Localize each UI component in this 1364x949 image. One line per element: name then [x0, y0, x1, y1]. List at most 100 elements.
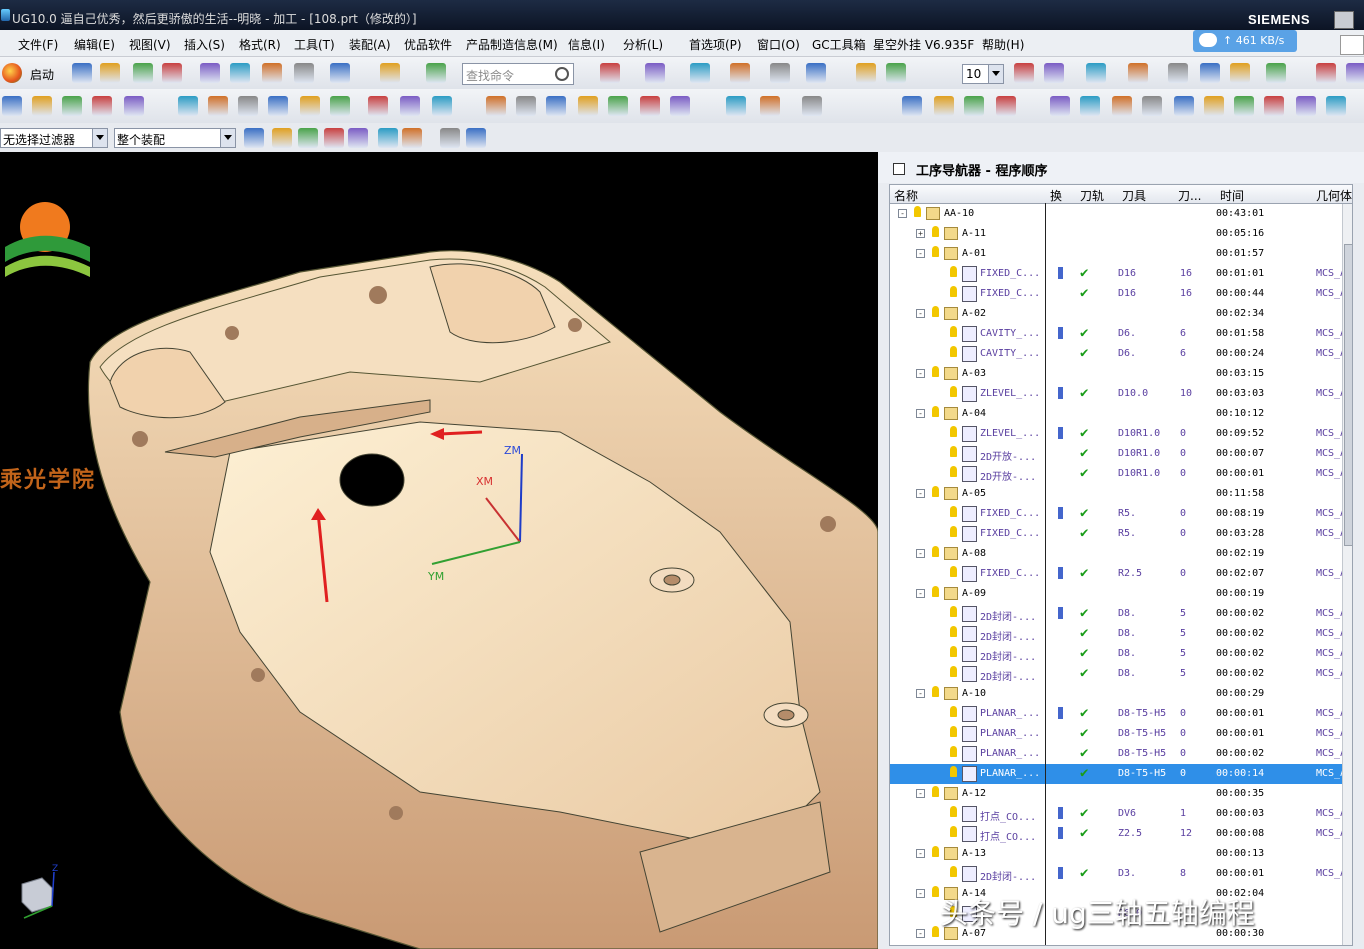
toolbar-tool-icon[interactable] [324, 128, 344, 148]
column-header[interactable]: 刀具 [1118, 185, 1175, 204]
expand-toggle-icon[interactable]: + [916, 229, 925, 238]
toolbar-tool-icon[interactable] [400, 96, 420, 116]
toolbar-tool-icon[interactable] [32, 96, 52, 116]
table-row[interactable]: FIXED_C... ✔ D16 16 00:01:01 MCS_A [890, 264, 1352, 284]
toolbar-tool-icon[interactable] [760, 96, 780, 116]
table-row[interactable]: - A-09 00:00:19 [890, 584, 1352, 604]
expand-toggle-icon[interactable]: - [916, 549, 925, 558]
toolbar-tool-icon[interactable] [486, 96, 506, 116]
toolbar-tool-icon[interactable] [726, 96, 746, 116]
column-header[interactable]: 刀轨 [1076, 185, 1119, 204]
toolbar-tool-icon[interactable] [1264, 96, 1284, 116]
table-row[interactable]: CAVITY_... ✔ D6. 6 00:01:58 MCS_A [890, 324, 1352, 344]
toolbar-tool-icon[interactable] [1080, 96, 1100, 116]
toolbar-tool-icon[interactable] [300, 96, 320, 116]
table-row[interactable]: ZLEVEL_... ✔ D10R1.0 0 00:09:52 MCS_A [890, 424, 1352, 444]
selection-filter-select[interactable]: 无选择过滤器 [0, 128, 108, 148]
menu-item[interactable]: 分析(L) [623, 36, 663, 53]
toolbar-tool-icon[interactable] [1200, 63, 1220, 83]
toolbar-tool-icon[interactable] [2, 96, 22, 116]
toolbar-tool-icon[interactable] [162, 63, 182, 83]
table-row[interactable]: - AA-10 00:43:01 [890, 204, 1352, 224]
table-row[interactable]: - A-04 00:10:12 [890, 404, 1352, 424]
toolbar-tool-icon[interactable] [378, 128, 398, 148]
menu-item[interactable]: 首选项(P) [689, 36, 742, 53]
table-row[interactable]: - A-10 00:00:29 [890, 684, 1352, 704]
table-row[interactable]: - A-05 00:11:58 [890, 484, 1352, 504]
menu-item[interactable]: 窗口(O) [757, 36, 800, 53]
table-row[interactable]: PLANAR_... ✔ D8-T5-H5 0 00:00:14 MCS_A [890, 764, 1352, 784]
menu-item[interactable]: 装配(A) [349, 36, 391, 53]
toolbar-tool-icon[interactable] [934, 96, 954, 116]
table-row[interactable]: CAVITY_... ✔ D6. 6 00:00:24 MCS_A [890, 344, 1352, 364]
menu-item[interactable]: 星空外挂 V6.935F [873, 36, 974, 53]
toolbar-tool-icon[interactable] [1142, 96, 1162, 116]
toolbar-tool-icon[interactable] [902, 96, 922, 116]
table-row[interactable]: - A-02 00:02:34 [890, 304, 1352, 324]
toolbar-tool-icon[interactable] [1346, 63, 1364, 83]
toolbar-tool-icon[interactable] [1050, 96, 1070, 116]
toolbar-tool-icon[interactable] [1128, 63, 1148, 83]
toolbar-tool-icon[interactable] [770, 63, 790, 83]
table-row[interactable]: FIXED_C... ✔ D16 16 00:00:44 MCS_A [890, 284, 1352, 304]
window-restore-button[interactable] [1340, 35, 1364, 55]
expand-toggle-icon[interactable]: - [916, 849, 925, 858]
toolbar-tool-icon[interactable] [268, 96, 288, 116]
toolbar-tool-icon[interactable] [1326, 96, 1346, 116]
menu-item[interactable]: 优品软件 [404, 36, 452, 53]
expand-toggle-icon[interactable]: - [916, 489, 925, 498]
table-row[interactable]: - A-03 00:03:15 [890, 364, 1352, 384]
table-row[interactable]: - A-13 00:00:13 [890, 844, 1352, 864]
toolbar-tool-icon[interactable] [402, 128, 422, 148]
toolbar-tool-icon[interactable] [670, 96, 690, 116]
toolbar-tool-icon[interactable] [100, 63, 120, 83]
menu-item[interactable]: 产品制造信息(M) [466, 36, 558, 53]
table-row[interactable]: FIXED_C... ✔ R5. 0 00:03:28 MCS_A [890, 524, 1352, 544]
toolbar-tool-icon[interactable] [466, 128, 486, 148]
toolbar-tool-icon[interactable] [238, 96, 258, 116]
column-header[interactable]: 名称 [890, 185, 1047, 204]
toolbar-tool-icon[interactable] [996, 96, 1016, 116]
toolbar-tool-icon[interactable] [133, 63, 153, 83]
menu-item[interactable]: 文件(F) [18, 36, 58, 53]
toolbar-tool-icon[interactable] [690, 63, 710, 83]
minimize-button[interactable] [1334, 11, 1354, 29]
toolbar-tool-icon[interactable] [294, 63, 314, 83]
graphics-viewport[interactable]: ZM XM YM 乘光学院 Z [0, 152, 878, 949]
network-speed-widget[interactable]: ↑ 461 KB/s [1193, 30, 1297, 52]
toolbar-tool-icon[interactable] [1204, 96, 1224, 116]
expand-toggle-icon[interactable]: - [916, 789, 925, 798]
toolbar-tool-icon[interactable] [298, 128, 318, 148]
toolbar-tool-icon[interactable] [62, 96, 82, 116]
table-row[interactable]: - A-08 00:02:19 [890, 544, 1352, 564]
toolbar-tool-icon[interactable] [802, 96, 822, 116]
toolbar-tool-icon[interactable] [244, 128, 264, 148]
expand-toggle-icon[interactable]: - [916, 889, 925, 898]
view-triad-icon[interactable]: Z [14, 862, 64, 924]
toolbar-tool-icon[interactable] [730, 63, 750, 83]
toolbar-tool-icon[interactable] [1266, 63, 1286, 83]
table-row[interactable]: 2D封闭-... ✔ D8. 5 00:00:02 MCS_A [890, 604, 1352, 624]
toolbar-tool-icon[interactable] [1296, 96, 1316, 116]
toolbar-tool-icon[interactable] [432, 96, 452, 116]
toolbar-tool-icon[interactable] [368, 96, 388, 116]
table-row[interactable]: 2D封闭-... ✔ D8. 5 00:00:02 MCS_A [890, 624, 1352, 644]
toolbar-tool-icon[interactable] [272, 128, 292, 148]
toolbar-tool-icon[interactable] [600, 63, 620, 83]
toolbar-tool-icon[interactable] [426, 63, 446, 83]
pin-checkbox[interactable] [893, 163, 905, 175]
zoom-select[interactable]: 10 [962, 64, 1004, 84]
toolbar-tool-icon[interactable] [230, 63, 250, 83]
menu-item[interactable]: 插入(S) [184, 36, 225, 53]
menu-item[interactable]: 帮助(H) [982, 36, 1024, 53]
expand-toggle-icon[interactable]: - [916, 249, 925, 258]
toolbar-tool-icon[interactable] [886, 63, 906, 83]
expand-toggle-icon[interactable]: - [916, 689, 925, 698]
table-row[interactable]: 2D封闭-... ✔ D3. 8 00:00:01 MCS_A [890, 864, 1352, 884]
table-row[interactable]: ZLEVEL_... ✔ D10.0 10 00:03:03 MCS_A [890, 384, 1352, 404]
toolbar-tool-icon[interactable] [608, 96, 628, 116]
menu-item[interactable]: 格式(R) [239, 36, 281, 53]
toolbar-tool-icon[interactable] [964, 96, 984, 116]
expand-toggle-icon[interactable]: - [916, 369, 925, 378]
table-row[interactable]: - A-12 00:00:35 [890, 784, 1352, 804]
